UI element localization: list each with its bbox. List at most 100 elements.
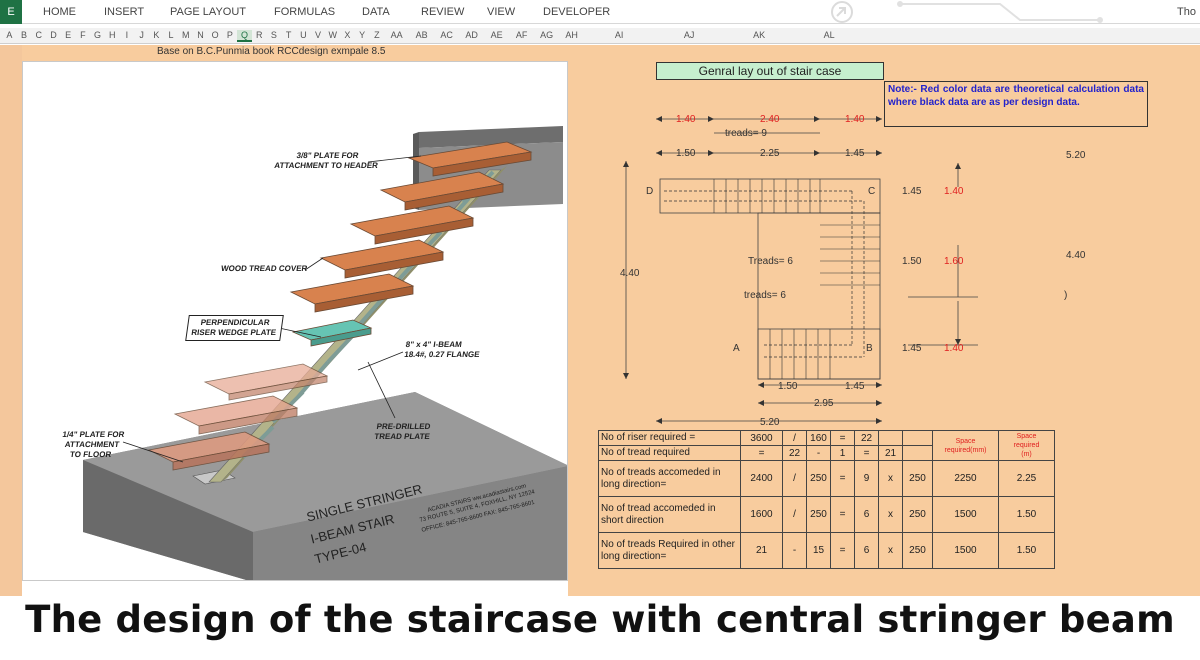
column-header-x[interactable]: X <box>340 30 355 40</box>
tab-formulas[interactable]: FORMULAS <box>274 6 335 18</box>
table-cell[interactable]: 1 <box>830 445 855 461</box>
tab-home[interactable]: HOME <box>43 6 76 18</box>
table-cell[interactable]: 3600 <box>740 430 783 446</box>
table-cell[interactable]: 2.25 <box>998 460 1055 497</box>
table-cell[interactable]: / <box>782 430 807 446</box>
column-header-i[interactable]: I <box>120 30 135 40</box>
table-cell[interactable]: x <box>878 532 903 569</box>
note-cell[interactable]: Note:- Red color data are theoretical ca… <box>884 81 1148 127</box>
layout-title-cell[interactable]: Genral lay out of stair case <box>656 62 884 80</box>
column-header-al[interactable]: AL <box>794 30 864 40</box>
column-header-ab[interactable]: AB <box>409 30 434 40</box>
header-space-mm[interactable]: Space required(mm) <box>932 430 999 461</box>
table-cell[interactable]: x <box>878 460 903 497</box>
table-cell[interactable]: 250 <box>806 460 831 497</box>
table-cell[interactable]: 22 <box>854 430 879 446</box>
column-header-ai[interactable]: AI <box>584 30 654 40</box>
column-header-e[interactable]: E <box>61 30 76 40</box>
table-cell[interactable]: / <box>782 460 807 497</box>
table-cell[interactable]: No of riser required = <box>598 430 741 446</box>
column-header-l[interactable]: L <box>164 30 179 40</box>
column-header-f[interactable]: F <box>76 30 91 40</box>
table-cell[interactable]: 9 <box>854 460 879 497</box>
table-cell[interactable]: 250 <box>806 496 831 533</box>
column-header-g[interactable]: G <box>90 30 105 40</box>
table-cell[interactable]: 250 <box>902 496 933 533</box>
file-tab[interactable]: E <box>0 0 22 24</box>
table-cell[interactable]: 6 <box>854 532 879 569</box>
table-cell[interactable]: 2400 <box>740 460 783 497</box>
column-header-u[interactable]: U <box>296 30 311 40</box>
table-cell[interactable] <box>878 430 903 446</box>
column-header-ac[interactable]: AC <box>434 30 459 40</box>
column-header-p[interactable]: P <box>223 30 238 40</box>
table-cell[interactable]: / <box>782 496 807 533</box>
column-header-ah[interactable]: AH <box>559 30 584 40</box>
table-cell[interactable]: 1.50 <box>998 496 1055 533</box>
column-header-n[interactable]: N <box>193 30 208 40</box>
tab-insert[interactable]: INSERT <box>104 6 144 18</box>
table-cell[interactable]: No of tread accomeded in short direction <box>598 496 741 533</box>
column-header-z[interactable]: Z <box>370 30 385 40</box>
table-cell[interactable]: 22 <box>782 445 807 461</box>
table-cell[interactable]: - <box>782 532 807 569</box>
column-header-b[interactable]: B <box>17 30 32 40</box>
table-cell[interactable]: 1.50 <box>998 532 1055 569</box>
table-cell[interactable]: = <box>830 460 855 497</box>
table-cell[interactable]: No of tread required <box>598 445 741 461</box>
column-header-ad[interactable]: AD <box>459 30 484 40</box>
table-cell[interactable]: 2250 <box>932 460 999 497</box>
tab-page-layout[interactable]: PAGE LAYOUT <box>170 6 246 18</box>
table-cell[interactable]: 1500 <box>932 532 999 569</box>
column-header-aj[interactable]: AJ <box>654 30 724 40</box>
column-header-a[interactable]: A <box>2 30 17 40</box>
base-note-cell[interactable]: Base on B.C.Punmia book RCCdesign exmpal… <box>157 46 385 57</box>
column-header-r[interactable]: R <box>252 30 267 40</box>
column-header-q[interactable]: Q <box>237 30 252 42</box>
table-cell[interactable]: = <box>830 496 855 533</box>
table-cell[interactable] <box>902 445 933 461</box>
table-cell[interactable]: = <box>854 445 879 461</box>
table-cell[interactable]: - <box>806 445 831 461</box>
stair-picture[interactable]: 3/8" PLATE FOR ATTACHMENT TO HEADER WOOD… <box>22 61 568 581</box>
column-header-c[interactable]: C <box>31 30 46 40</box>
column-header-af[interactable]: AF <box>509 30 534 40</box>
column-header-j[interactable]: J <box>134 30 149 40</box>
column-header-o[interactable]: O <box>208 30 223 40</box>
column-header-v[interactable]: V <box>311 30 326 40</box>
table-cell[interactable]: 1500 <box>932 496 999 533</box>
table-cell[interactable] <box>902 430 933 446</box>
column-header-d[interactable]: D <box>46 30 61 40</box>
column-header-ag[interactable]: AG <box>534 30 559 40</box>
tab-developer[interactable]: DEVELOPER <box>543 6 610 18</box>
column-header-ak[interactable]: AK <box>724 30 794 40</box>
table-cell[interactable]: 160 <box>806 430 831 446</box>
table-cell[interactable]: 6 <box>854 496 879 533</box>
column-header-m[interactable]: M <box>178 30 193 40</box>
column-header-ae[interactable]: AE <box>484 30 509 40</box>
table-cell[interactable]: = <box>830 532 855 569</box>
table-cell[interactable]: No of treads accomeded in long direction… <box>598 460 741 497</box>
table-cell[interactable]: x <box>878 496 903 533</box>
column-header-aa[interactable]: AA <box>384 30 409 40</box>
tab-view[interactable]: VIEW <box>487 6 515 18</box>
column-header-h[interactable]: H <box>105 30 120 40</box>
table-cell[interactable]: 21 <box>740 532 783 569</box>
column-header-t[interactable]: T <box>281 30 296 40</box>
tab-review[interactable]: REVIEW <box>421 6 464 18</box>
table-cell[interactable]: = <box>830 430 855 446</box>
column-header-k[interactable]: K <box>149 30 164 40</box>
column-header-s[interactable]: S <box>267 30 282 40</box>
header-space-m[interactable]: Space required (m) <box>998 430 1055 461</box>
user-name[interactable]: Tho <box>1177 6 1196 18</box>
table-cell[interactable]: No of treads Required in other long dire… <box>598 532 741 569</box>
tab-data[interactable]: DATA <box>362 6 390 18</box>
table-cell[interactable]: 15 <box>806 532 831 569</box>
column-header-y[interactable]: Y <box>355 30 370 40</box>
column-header-w[interactable]: W <box>325 30 340 40</box>
table-cell[interactable]: = <box>740 445 783 461</box>
table-cell[interactable]: 21 <box>878 445 903 461</box>
table-cell[interactable]: 250 <box>902 460 933 497</box>
table-cell[interactable]: 1600 <box>740 496 783 533</box>
table-cell[interactable]: 250 <box>902 532 933 569</box>
